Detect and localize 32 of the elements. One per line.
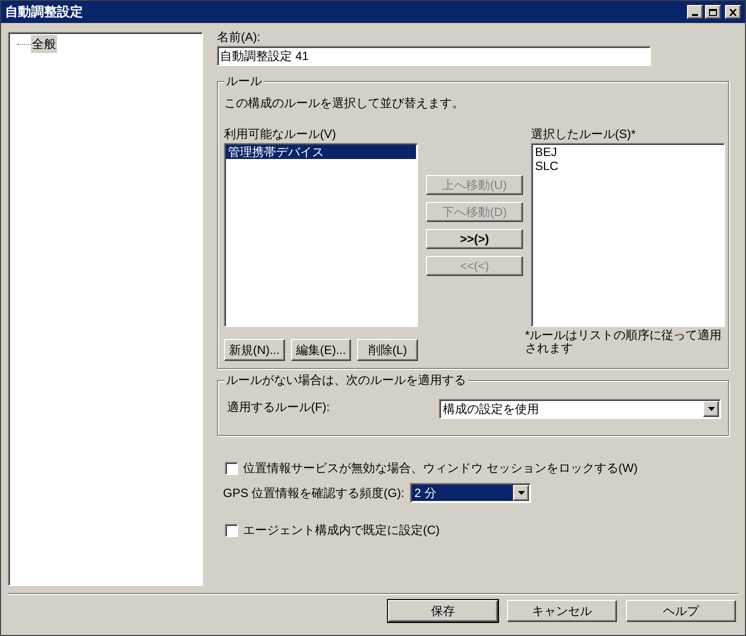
button[interactable]: 新規(N)...: [224, 339, 285, 361]
frequency-dropdown[interactable]: 2 分: [410, 483, 532, 503]
rule-dropdown[interactable]: 構成の設定を使用: [439, 399, 721, 419]
button[interactable]: キャンセル: [507, 600, 617, 622]
button[interactable]: 保存: [388, 600, 498, 622]
footnote: *ルールはリストの順序に従って適用されます: [525, 329, 723, 355]
field-label: 適用するルール(F):: [227, 399, 330, 416]
button[interactable]: ヘルプ: [626, 600, 736, 622]
button[interactable]: >>(>): [426, 229, 523, 249]
maximize-icon[interactable]: [705, 5, 721, 19]
checkbox-label: 位置情報サービスが無効な場合、ウィンドウ セッションをロックする(W): [243, 460, 638, 477]
list-item[interactable]: SLC: [533, 159, 723, 173]
checkbox[interactable]: [225, 524, 238, 536]
minimize-icon[interactable]: [687, 5, 703, 19]
close-icon[interactable]: [725, 5, 741, 19]
available-rules-list[interactable]: 管理携帯デバイス: [224, 143, 418, 327]
button[interactable]: 編集(E)...: [290, 339, 352, 361]
name-field[interactable]: 自動調整設定 41: [217, 46, 651, 66]
list-label: 選択したルール(S)*: [531, 127, 637, 141]
list-item[interactable]: BEJ: [533, 145, 723, 159]
checkbox-label: エージェント構成内で既定に設定(C): [243, 522, 440, 539]
window-title: 自動調整設定: [5, 3, 83, 22]
field-label: 名前(A):: [217, 30, 262, 44]
button[interactable]: 削除(L): [357, 339, 418, 361]
checkbox[interactable]: [225, 462, 238, 474]
tree-item[interactable]: 全般: [31, 35, 57, 53]
field-label: GPS 位置情報を確認する頻度(G):: [223, 485, 404, 502]
selected-rules-list[interactable]: BEJ SLC: [531, 143, 725, 327]
description: この構成のルールを選択して並び替えます。: [224, 95, 465, 112]
group-title: ルールがない場合は、次のルールを適用する: [224, 372, 468, 388]
list-item[interactable]: 管理携帯デバイス: [226, 145, 416, 159]
list-label: 利用可能なルール(V): [224, 127, 337, 141]
